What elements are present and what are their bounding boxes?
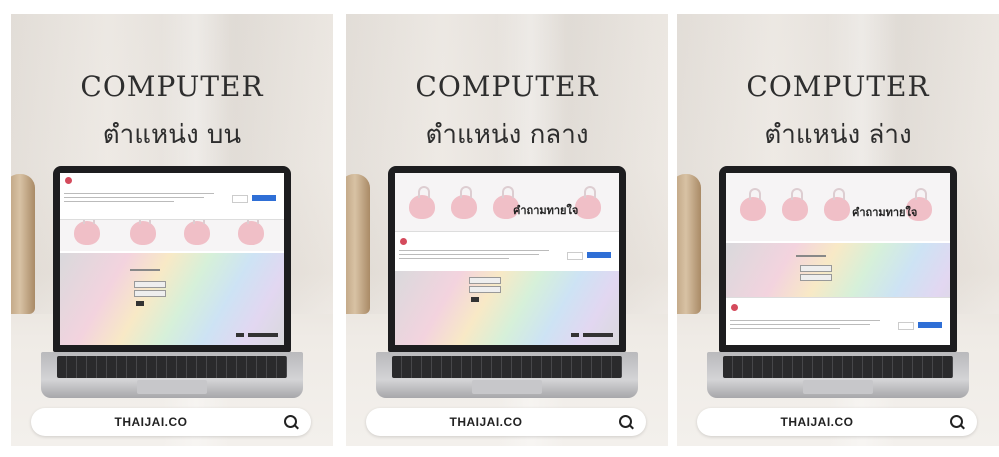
corner-button[interactable] [571, 333, 579, 337]
cookie-settings-button[interactable] [567, 252, 583, 260]
panel-middle: COMPUTER ตำแหน่ง กลาง คำถามทายใจ THAIJAI… [346, 14, 668, 446]
panel-subtitle: ตำแหน่ง ล่าง [764, 120, 912, 150]
vase [11, 174, 35, 314]
vase [677, 174, 701, 314]
hero-banner: คำถามทายใจ [395, 173, 619, 231]
form-option[interactable] [134, 290, 166, 297]
panel-bottom: COMPUTER ตำแหน่ง ล่าง คำถามทายใจ THAIJAI… [677, 14, 999, 446]
laptop-keyboard-deck [376, 352, 638, 398]
laptop-bezel: คำถามทายใจ [719, 166, 957, 352]
panel-title: COMPUTER [80, 70, 264, 103]
search-bar[interactable]: THAIJAI.CO [31, 408, 311, 436]
cookie-icon [400, 238, 407, 245]
form-option[interactable] [469, 277, 501, 284]
laptop-screen: คำถามทายใจ [395, 173, 619, 345]
cookie-banner [726, 297, 950, 345]
site-title: คำถามทายใจ [852, 206, 918, 219]
cookie-text [730, 328, 840, 329]
heart-lock-icon [451, 186, 477, 219]
cookie-icon [731, 304, 738, 311]
form-label [796, 255, 826, 257]
laptop: คำถามทายใจ [707, 166, 969, 400]
cookie-text [64, 193, 214, 194]
cookie-accept-button[interactable] [252, 195, 276, 201]
heart-lock-icon [782, 188, 808, 221]
hero-banner: คำถามทายใจ [726, 173, 950, 241]
heart-lock-icon [575, 186, 601, 219]
search-text: THAIJAI.CO [114, 415, 188, 429]
laptop-bezel: คำถามทายใจ [388, 166, 626, 352]
search-bar[interactable]: THAIJAI.CO [697, 408, 977, 436]
cookie-banner [395, 231, 619, 273]
cookie-text [64, 201, 174, 202]
corner-button[interactable] [236, 333, 244, 337]
cookie-accept-button[interactable] [587, 252, 611, 258]
cookie-banner [60, 173, 284, 220]
cookie-text [64, 197, 204, 198]
cookie-text [730, 320, 880, 321]
heart-lock-icon [184, 212, 210, 245]
search-text: THAIJAI.CO [780, 415, 854, 429]
form-option[interactable] [800, 274, 832, 281]
laptop-bezel [53, 166, 291, 352]
laptop-keyboard-deck [707, 352, 969, 398]
submit-button[interactable] [471, 297, 479, 302]
form-option[interactable] [469, 286, 501, 293]
cookie-text [399, 258, 509, 259]
form-option[interactable] [800, 265, 832, 272]
panel-subtitle: ตำแหน่ง บน [102, 120, 242, 150]
search-bar[interactable]: THAIJAI.CO [366, 408, 646, 436]
cookie-settings-button[interactable] [898, 322, 914, 330]
search-icon[interactable] [619, 415, 632, 428]
cookie-settings-button[interactable] [232, 195, 248, 203]
search-icon[interactable] [950, 415, 963, 428]
heart-lock-icon [74, 212, 100, 245]
keyboard [723, 356, 953, 378]
trackpad [803, 380, 873, 394]
cookie-text [399, 250, 549, 251]
vase [346, 174, 370, 314]
corner-button[interactable] [248, 333, 278, 337]
panel-title: COMPUTER [415, 70, 599, 103]
panel-subtitle: ตำแหน่ง กลาง [425, 120, 589, 150]
laptop-keyboard-deck [41, 352, 303, 398]
heart-lock-icon [740, 188, 766, 221]
cookie-text [730, 324, 870, 325]
panel-top: COMPUTER ตำแหน่ง บน THAIJAI.CO [11, 14, 333, 446]
heart-lock-icon [130, 212, 156, 245]
search-text: THAIJAI.CO [449, 415, 523, 429]
form-option[interactable] [134, 281, 166, 288]
keyboard [57, 356, 287, 378]
trackpad [137, 380, 207, 394]
heart-lock-icon [238, 212, 264, 245]
search-icon[interactable] [284, 415, 297, 428]
laptop-screen: คำถามทายใจ [726, 173, 950, 345]
laptop-screen [60, 173, 284, 345]
trackpad [472, 380, 542, 394]
heart-lock-icon [409, 186, 435, 219]
laptop: คำถามทายใจ [376, 166, 638, 400]
content-area [395, 271, 619, 345]
cookie-icon [65, 177, 72, 184]
cookie-text [399, 254, 539, 255]
corner-button[interactable] [583, 333, 613, 337]
content-area [60, 253, 284, 345]
form-label [130, 269, 160, 271]
heart-lock-icon [824, 188, 850, 221]
cookie-accept-button[interactable] [918, 322, 942, 328]
laptop [41, 166, 303, 400]
panel-title: COMPUTER [746, 70, 930, 103]
keyboard [392, 356, 622, 378]
site-title: คำถามทายใจ [513, 204, 579, 217]
submit-button[interactable] [136, 301, 144, 306]
